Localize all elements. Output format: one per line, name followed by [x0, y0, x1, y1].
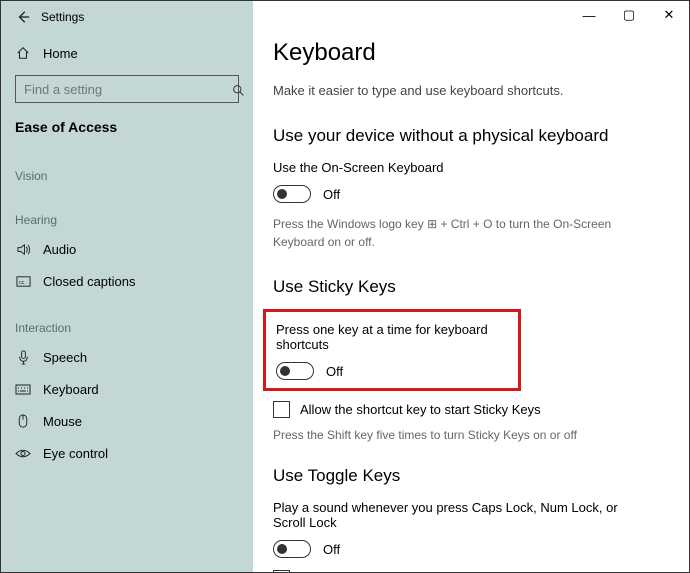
search-input[interactable] — [15, 75, 239, 103]
toggle-keys-state: Off — [323, 542, 340, 557]
section-sticky-keys-heading: Use Sticky Keys — [273, 277, 653, 297]
onscreen-keyboard-state: Off — [323, 187, 340, 202]
speech-label: Speech — [43, 350, 87, 365]
sidebar: Settings Home Ease of Access Vision Hear… — [1, 1, 253, 572]
audio-icon — [15, 242, 31, 257]
eye-control-label: Eye control — [43, 446, 108, 461]
home-label: Home — [43, 46, 78, 61]
sidebar-item-eye-control[interactable]: Eye control — [1, 437, 253, 469]
sidebar-item-keyboard[interactable]: Keyboard — [1, 373, 253, 405]
highlight-box: Press one key at a time for keyboard sho… — [263, 309, 521, 391]
search-icon — [232, 84, 245, 100]
content-pane: Keyboard Make it easier to type and use … — [253, 1, 689, 572]
group-vision: Vision — [1, 145, 253, 189]
page-subtitle: Make it easier to type and use keyboard … — [273, 83, 653, 98]
mouse-icon — [15, 414, 31, 429]
audio-label: Audio — [43, 242, 76, 257]
svg-text:cc: cc — [18, 279, 24, 285]
onscreen-keyboard-hint: Press the Windows logo key ⊞ + Ctrl + O … — [273, 215, 653, 251]
sticky-keys-shortcut-checkbox[interactable] — [273, 401, 290, 418]
sticky-keys-hint: Press the Shift key five times to turn S… — [273, 426, 653, 444]
onscreen-keyboard-toggle[interactable] — [273, 185, 311, 203]
sidebar-item-home[interactable]: Home — [1, 37, 253, 69]
keyboard-icon — [15, 384, 31, 395]
toggle-keys-label: Play a sound whenever you press Caps Loc… — [273, 500, 653, 530]
sticky-keys-state: Off — [326, 364, 343, 379]
app-title: Settings — [37, 10, 84, 24]
section-toggle-keys-heading: Use Toggle Keys — [273, 466, 653, 486]
eye-icon — [15, 448, 31, 459]
onscreen-keyboard-label: Use the On-Screen Keyboard — [273, 160, 653, 175]
page-title: Keyboard — [273, 39, 653, 67]
mouse-label: Mouse — [43, 414, 82, 429]
back-button[interactable] — [9, 3, 37, 31]
sidebar-item-speech[interactable]: Speech — [1, 341, 253, 373]
group-hearing: Hearing — [1, 189, 253, 233]
toggle-keys-shortcut-checkbox[interactable] — [273, 570, 290, 572]
home-icon — [15, 46, 31, 60]
sidebar-item-closed-captions[interactable]: cc Closed captions — [1, 265, 253, 297]
sticky-keys-toggle[interactable] — [276, 362, 314, 380]
sidebar-item-mouse[interactable]: Mouse — [1, 405, 253, 437]
closed-captions-icon: cc — [15, 275, 31, 288]
category-heading: Ease of Access — [1, 115, 253, 145]
group-interaction: Interaction — [1, 297, 253, 341]
sticky-keys-label: Press one key at a time for keyboard sho… — [276, 322, 508, 352]
closed-captions-label: Closed captions — [43, 274, 136, 289]
sidebar-item-audio[interactable]: Audio — [1, 233, 253, 265]
toggle-keys-toggle[interactable] — [273, 540, 311, 558]
keyboard-label: Keyboard — [43, 382, 99, 397]
sticky-keys-shortcut-label: Allow the shortcut key to start Sticky K… — [300, 402, 541, 417]
section-physical-keyboard-heading: Use your device without a physical keybo… — [273, 126, 653, 146]
toggle-keys-shortcut-label: Allow the shortcut key to start Toggle K… — [300, 571, 544, 572]
microphone-icon — [15, 350, 31, 365]
